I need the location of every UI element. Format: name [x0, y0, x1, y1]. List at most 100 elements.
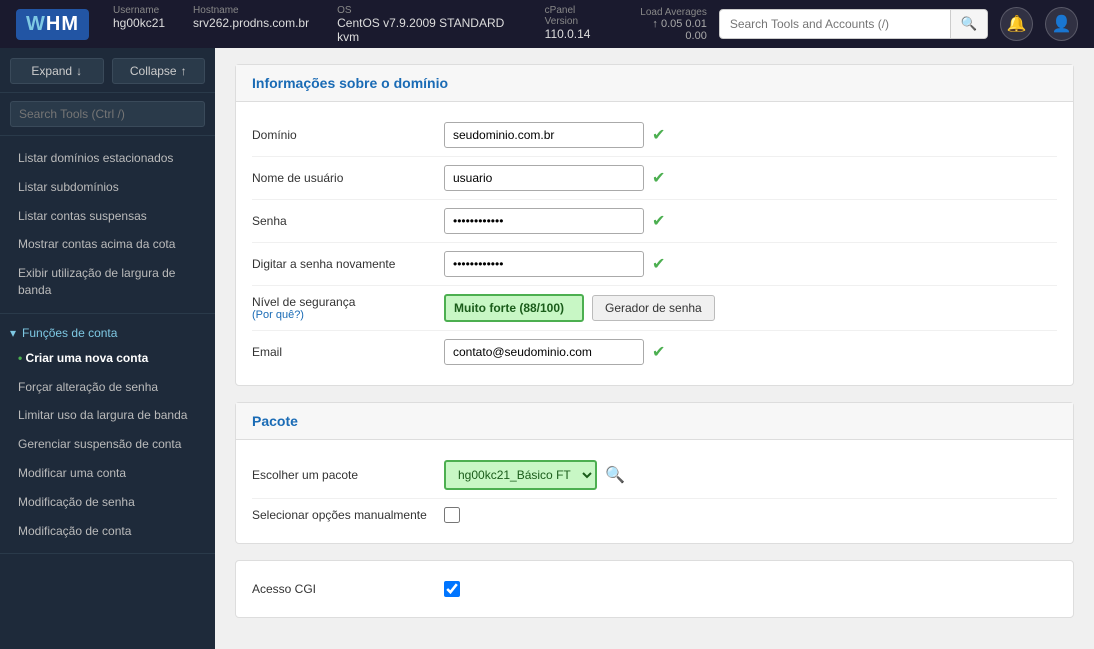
load-arrow: ↑ — [652, 18, 658, 30]
os-value: CentOS v7.9.2009 STANDARD kvm — [337, 16, 517, 44]
control-acesso-cgi — [444, 581, 460, 597]
sidebar-top-buttons: Expand ↓ Collapse ↑ — [0, 48, 215, 93]
sidebar-item-mostrar-contas[interactable]: Mostrar contas acima da cota — [0, 230, 215, 259]
sidebar-item-criar-conta[interactable]: Criar uma nova conta — [0, 344, 215, 373]
collapse-button[interactable]: Collapse ↑ — [112, 58, 206, 84]
checkbox-acesso-cgi[interactable] — [444, 581, 460, 597]
control-dominio: ✔ — [444, 122, 665, 148]
label-nome-usuario: Nome de usuário — [252, 171, 432, 185]
user-menu-button[interactable]: 👤 — [1045, 7, 1078, 41]
load-averages: Load Averages ↑ 0.05 0.01 0.00 — [631, 7, 707, 42]
input-dominio[interactable] — [444, 122, 644, 148]
input-email[interactable] — [444, 339, 644, 365]
os-label: OS — [337, 5, 517, 16]
sidebar-item-modificacao-conta[interactable]: Modificação de conta — [0, 517, 215, 546]
search-package-icon[interactable]: 🔍 — [605, 465, 625, 485]
field-dominio: Domínio ✔ — [252, 114, 1057, 157]
sidebar-item-modificacao-senha[interactable]: Modificação de senha — [0, 488, 215, 517]
input-nivel-seguranca[interactable] — [444, 294, 584, 322]
control-opcoes-manual — [444, 507, 460, 523]
whm-logo: WHM — [16, 9, 89, 40]
input-senha[interactable] — [444, 208, 644, 234]
label-senha: Senha — [252, 214, 432, 228]
global-search-input[interactable] — [720, 11, 950, 37]
os-block: OS CentOS v7.9.2009 STANDARD kvm — [337, 5, 517, 44]
control-nivel-seguranca: Gerador de senha — [444, 294, 715, 322]
load-values-text: 0.05 0.01 0.00 — [661, 18, 707, 42]
sidebar-item-listar-contas[interactable]: Listar contas suspensas — [0, 202, 215, 231]
collapse-icon: ↑ — [181, 64, 187, 78]
username-label: Username — [113, 5, 165, 16]
sidebar-item-limitar[interactable]: Limitar uso da largura de banda — [0, 401, 215, 430]
input-senha-confirm[interactable] — [444, 251, 644, 277]
username-value: hg00kc21 — [113, 16, 165, 30]
card-domain-info-body: Domínio ✔ Nome de usuário ✔ Se — [236, 102, 1073, 385]
label-escolher-pacote: Escolher um pacote — [252, 468, 432, 482]
password-generator-button[interactable]: Gerador de senha — [592, 295, 715, 321]
sidebar-item-exibir[interactable]: Exibir utilização de largura de banda — [0, 259, 215, 305]
logo-hm: HM — [46, 13, 79, 35]
collapse-label: Collapse — [130, 64, 177, 78]
sidebar-section-header-funcoes[interactable]: ▾ Funções de conta — [0, 322, 215, 344]
check-icon-senha: ✔ — [652, 211, 665, 231]
label-por-que[interactable]: (Por quê?) — [252, 309, 432, 321]
field-email: Email ✔ — [252, 331, 1057, 373]
check-icon-senha-confirm: ✔ — [652, 254, 665, 274]
sidebar-item-forcar[interactable]: Forçar alteração de senha — [0, 373, 215, 402]
sidebar-item-gerenciar[interactable]: Gerenciar suspensão de conta — [0, 430, 215, 459]
sidebar-item-modificar[interactable]: Modificar uma conta — [0, 459, 215, 488]
field-nome-usuario: Nome de usuário ✔ — [252, 157, 1057, 200]
select-pacote[interactable]: hg00kc21_Básico FT — [444, 460, 597, 490]
expand-icon: ↓ — [76, 64, 82, 78]
topbar-right: Load Averages ↑ 0.05 0.01 0.00 🔍 🔔 👤 — [631, 7, 1078, 42]
card-pacote-body: Escolher um pacote hg00kc21_Básico FT 🔍 … — [236, 440, 1073, 543]
checkbox-opcoes-manual[interactable] — [444, 507, 460, 523]
logo-w: W — [26, 13, 46, 35]
topbar: WHM Username hg00kc21 Hostname srv262.pr… — [0, 0, 1094, 48]
expand-label: Expand — [31, 64, 72, 78]
cpanel-block: cPanel Version 110.0.14 — [545, 5, 607, 44]
check-icon-email: ✔ — [652, 342, 665, 362]
check-icon-usuario: ✔ — [652, 168, 665, 188]
label-senha-confirm: Digitar a senha novamente — [252, 257, 432, 271]
control-nome-usuario: ✔ — [444, 165, 665, 191]
field-nivel-seguranca: Nível de segurança (Por quê?) Gerador de… — [252, 286, 1057, 331]
sidebar-section-0: Listar domínios estacionados Listar subd… — [0, 136, 215, 314]
control-escolher-pacote: hg00kc21_Básico FT 🔍 — [444, 460, 625, 490]
label-email: Email — [252, 345, 432, 359]
sidebar-section-label-funcoes: Funções de conta — [22, 326, 117, 340]
sidebar-section-1: ▾ Funções de conta Criar uma nova conta … — [0, 314, 215, 555]
page-layout: Expand ↓ Collapse ↑ Listar domínios esta… — [0, 48, 1094, 649]
card-pacote-header: Pacote — [236, 403, 1073, 440]
expand-button[interactable]: Expand ↓ — [10, 58, 104, 84]
cpanel-label: cPanel Version — [545, 5, 607, 27]
sidebar-item-listar-dominios[interactable]: Listar domínios estacionados — [0, 144, 215, 173]
main-content: Informações sobre o domínio Domínio ✔ No… — [215, 48, 1094, 649]
sidebar-search-input[interactable] — [10, 101, 205, 127]
username-block: Username hg00kc21 — [113, 5, 165, 44]
hostname-label: Hostname — [193, 5, 309, 16]
notifications-button[interactable]: 🔔 — [1000, 7, 1033, 41]
label-opcoes-manual: Selecionar opções manualmente — [252, 508, 432, 522]
chevron-down-icon: ▾ — [10, 326, 16, 340]
cpanel-value: 110.0.14 — [545, 27, 607, 41]
field-opcoes-manual: Selecionar opções manualmente — [252, 499, 1057, 531]
sidebar-item-listar-subdominios[interactable]: Listar subdomínios — [0, 173, 215, 202]
card-pacote-title: Pacote — [252, 413, 298, 429]
label-nivel-seguranca: Nível de segurança (Por quê?) — [252, 295, 432, 321]
check-icon-dominio: ✔ — [652, 125, 665, 145]
sidebar-search[interactable] — [0, 93, 215, 136]
load-label: Load Averages — [631, 7, 707, 18]
field-senha: Senha ✔ — [252, 200, 1057, 243]
input-nome-usuario[interactable] — [444, 165, 644, 191]
topbar-info: Username hg00kc21 Hostname srv262.prodns… — [113, 5, 607, 44]
label-acesso-cgi: Acesso CGI — [252, 582, 432, 596]
label-dominio: Domínio — [252, 128, 432, 142]
card-domain-info-title: Informações sobre o domínio — [252, 75, 448, 91]
sidebar: Expand ↓ Collapse ↑ Listar domínios esta… — [0, 48, 215, 649]
global-search[interactable]: 🔍 — [719, 9, 989, 39]
hostname-value: srv262.prodns.com.br — [193, 16, 309, 30]
global-search-button[interactable]: 🔍 — [950, 10, 988, 38]
card-domain-info-header: Informações sobre o domínio — [236, 65, 1073, 102]
card-pacote: Pacote Escolher um pacote hg00kc21_Básic… — [235, 402, 1074, 544]
